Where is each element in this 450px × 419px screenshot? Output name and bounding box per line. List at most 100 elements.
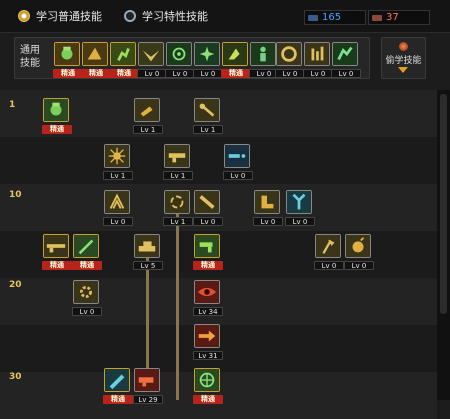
tab-label: 学习普通技能 [36,10,102,23]
skill-level-label: Lv 1 [193,125,223,134]
axe-icon [316,235,340,257]
tree-skill-r7-a[interactable]: 精通 [103,368,133,404]
general-skill-10[interactable]: Lv 0 [303,42,333,78]
skill-level-label: Lv 1 [163,217,193,226]
sp-value: 165 [322,12,342,23]
blade-icon [74,235,98,257]
tree-skill-r1-c[interactable]: Lv 1 [193,98,223,134]
tab-learn-normal-skills[interactable]: 学习普通技能 [18,8,102,24]
tree-skill-r3-c[interactable]: Lv 0 [193,190,223,226]
skill-level-label: Lv 5 [133,261,163,270]
tree-skill-r3-d[interactable]: Lv 0 [253,190,283,226]
level-marker: 30 [9,372,22,382]
skill-level-label: Lv 0 [165,69,195,78]
leap-icon [83,43,107,65]
skill-level-label: Lv 0 [275,69,305,78]
level-marker: 1 [9,100,16,110]
tree-skill-r3-a[interactable]: Lv 0 [103,190,133,226]
shot-icon [225,145,249,167]
tree-skill-r6-a[interactable]: Lv 31 [193,324,223,360]
mastery-badge: 精通 [72,261,102,270]
slash-icon [195,191,219,213]
tree-skill-r2-b[interactable]: Lv 1 [163,144,193,180]
eye-icon [195,281,219,303]
level-marker: 20 [9,280,22,290]
mastery-badge: 精通 [193,261,223,270]
skill-level-label: Lv 0 [253,217,283,226]
gear-icon [74,281,98,303]
mastery-badge: 精通 [42,261,72,270]
fork-icon [287,191,311,213]
claw-icon [105,191,129,213]
runner-icon [111,43,135,65]
bag-icon [44,99,68,121]
dodge-icon [223,43,247,65]
kick-icon [135,99,159,121]
steal-skills-button[interactable]: 偷学技能 [381,37,426,79]
sprint-icon [333,43,357,65]
general-skills-label: 通用技能 [20,45,40,69]
skill-level-label: Lv 0 [344,261,374,270]
skill-level-label: Lv 0 [303,69,333,78]
mech-icon [195,369,219,391]
general-skill-7[interactable]: 精通 [221,42,251,78]
spin-icon [165,191,189,213]
tree-skill-r1-b[interactable]: Lv 1 [133,98,163,134]
skill-level-label: Lv 0 [137,69,167,78]
general-skill-1[interactable]: 精通 [53,42,83,78]
skill-level-label: Lv 0 [285,217,315,226]
dropdown-arrow-icon [398,67,408,73]
tab-learn-trait-skills[interactable]: 学习特性技能 [124,8,208,24]
tree-skill-r4-b[interactable]: 精通 [72,234,102,270]
general-skill-8[interactable]: Lv 0 [249,42,279,78]
bars-icon [305,43,329,65]
tree-skill-r4-a[interactable]: 精通 [42,234,72,270]
mastery-badge: 精通 [42,125,72,134]
tree-connector [176,202,179,400]
general-skill-3[interactable]: 精通 [109,42,139,78]
tree-skill-r1-a[interactable]: 精通 [42,98,72,134]
skill-level-label: Lv 0 [331,69,361,78]
tp-points-red: 37 [368,10,430,25]
tree-skill-r5-b[interactable]: Lv 34 [193,280,223,316]
tree-connector [146,258,149,368]
scrollbar-thumb[interactable] [440,94,447,314]
pistol-icon [195,235,219,257]
tree-skill-r4-d[interactable]: 精通 [193,234,223,270]
tree-skill-r3-e[interactable]: Lv 0 [285,190,315,226]
general-skill-9[interactable]: Lv 0 [275,42,305,78]
mastery-badge: 精通 [81,69,111,78]
level-marker: 10 [9,190,22,200]
skill-level-label: Lv 1 [133,125,163,134]
skill-level-label: Lv 0 [193,217,223,226]
skill-level-label: Lv 1 [163,171,193,180]
radio-checked-icon [18,10,30,22]
tree-skill-r4-e[interactable]: Lv 0 [314,234,344,270]
skill-level-label: Lv 0 [314,261,344,270]
mastery-badge: 精通 [221,69,251,78]
scrollbar[interactable] [437,90,450,400]
crosshair-icon [167,43,191,65]
general-skill-4[interactable]: Lv 0 [137,42,167,78]
skill-level-label: Lv 34 [193,307,223,316]
tree-skill-r5-a[interactable]: Lv 0 [72,280,102,316]
figure-icon [251,43,275,65]
general-skill-11[interactable]: Lv 0 [331,42,361,78]
tree-skill-r2-a[interactable]: Lv 1 [103,144,133,180]
tp-icon [372,14,382,21]
tree-skill-r3-b[interactable]: Lv 1 [163,190,193,226]
tree-skill-r2-c[interactable]: Lv 0 [223,144,253,180]
rifle-icon [44,235,68,257]
tree-skill-r7-b[interactable]: Lv 29 [133,368,163,404]
tree-skill-r7-c[interactable]: 精通 [193,368,223,404]
general-skill-2[interactable]: 精通 [81,42,111,78]
skill-level-label: Lv 0 [103,217,133,226]
tree-skill-r4-c[interactable]: Lv 5 [133,234,163,270]
tab-label: 学习特性技能 [142,10,208,23]
general-skill-5[interactable]: Lv 0 [165,42,195,78]
sp-icon [308,14,318,21]
wings-icon [139,43,163,65]
star-icon [195,43,219,65]
tree-skill-r4-f[interactable]: Lv 0 [344,234,374,270]
general-skill-6[interactable]: Lv 0 [193,42,223,78]
